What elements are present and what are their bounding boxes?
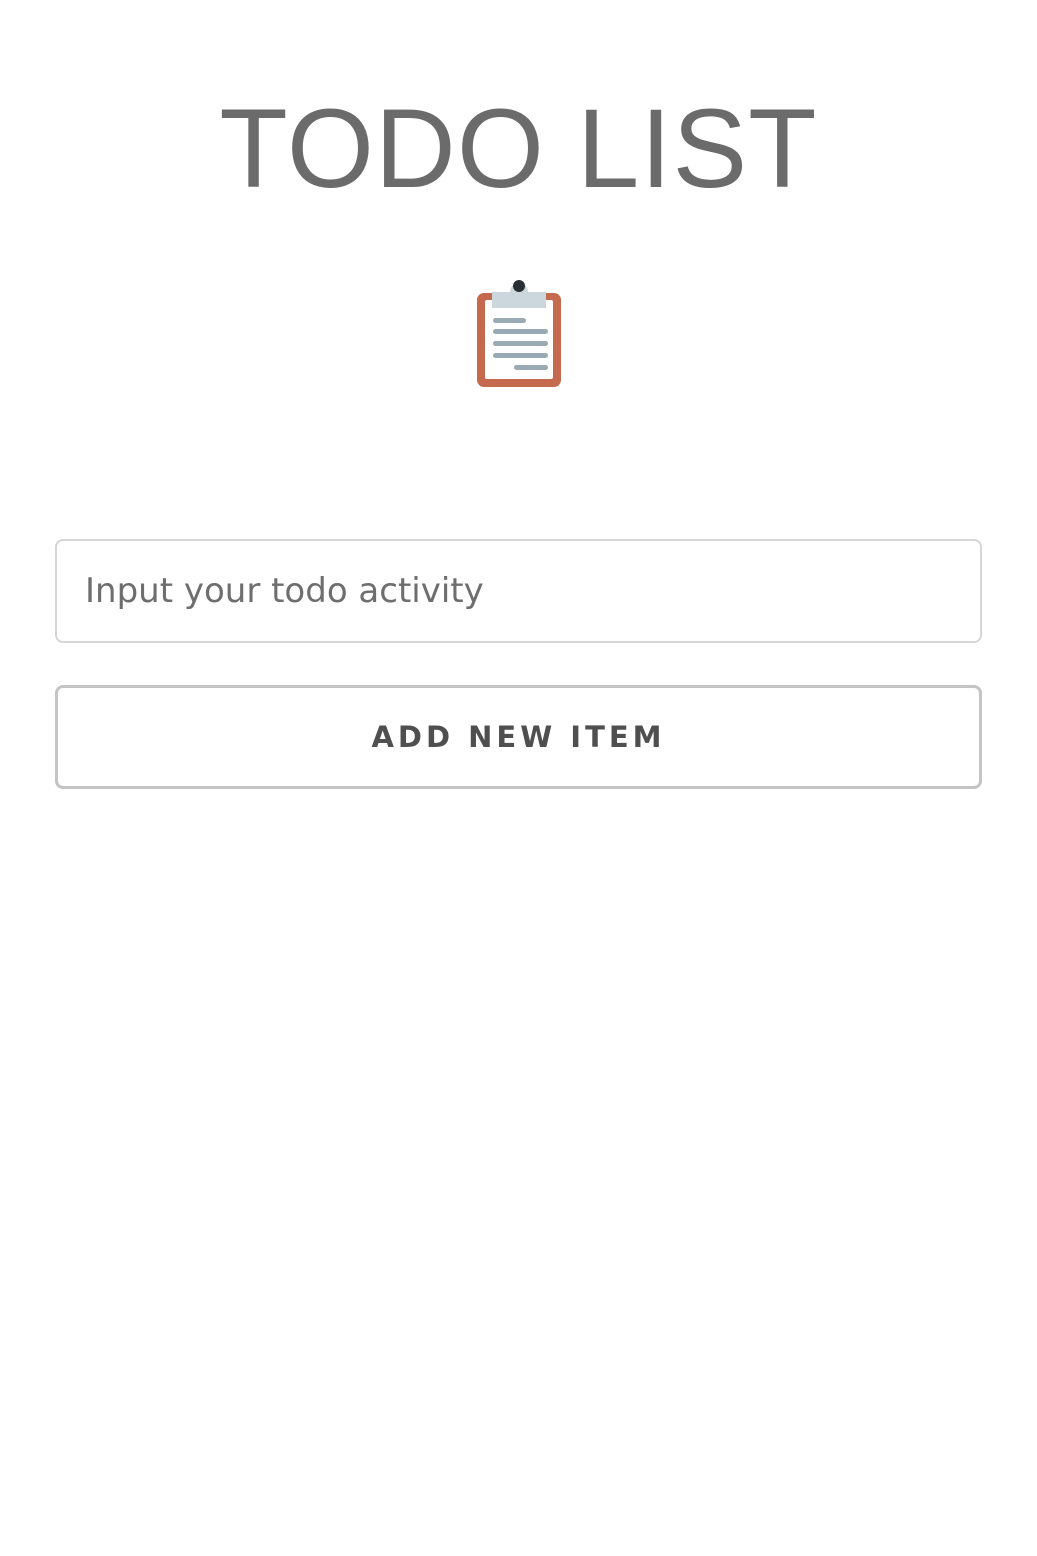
todo-app: TODO LIST ADD NEW ITEM bbox=[0, 0, 1037, 1556]
page-title: TODO LIST bbox=[219, 86, 818, 211]
todo-input[interactable] bbox=[55, 539, 982, 643]
add-new-item-button[interactable]: ADD NEW ITEM bbox=[55, 685, 982, 789]
clipboard-icon bbox=[477, 280, 561, 387]
